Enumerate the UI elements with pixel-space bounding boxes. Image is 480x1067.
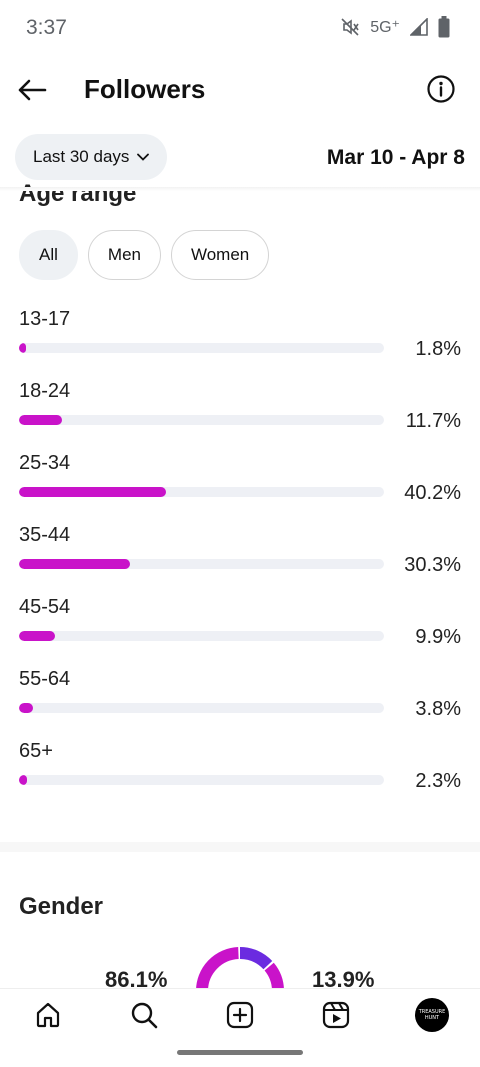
bar-fill: [19, 415, 62, 425]
bar-fill: [19, 343, 26, 353]
page-title: Followers: [84, 74, 206, 104]
age-percent: 30.3%: [404, 554, 461, 576]
network-label: 5G⁺: [370, 19, 400, 36]
filter-row: Last 30 days Mar 10 - Apr 8: [0, 134, 480, 182]
app-header: Followers: [0, 68, 480, 112]
nav-profile[interactable]: TREASURE HUNT: [414, 997, 450, 1033]
tab-women[interactable]: Women: [170, 230, 270, 280]
bar-track: [19, 559, 384, 569]
age-label: 55-64: [19, 668, 71, 690]
age-row-65-plus: 65+ 2.3%: [0, 740, 480, 812]
tab-men[interactable]: Men: [87, 230, 161, 280]
reels-icon: [322, 1001, 350, 1029]
bar-track: [19, 631, 384, 641]
sticky-header-shadow: [0, 187, 480, 191]
period-label: Last 30 days: [33, 147, 130, 166]
home-indicator[interactable]: [177, 1050, 303, 1055]
age-label: 45-54: [19, 596, 71, 618]
gender-filter-tabs: All Men Women: [19, 230, 270, 280]
age-row-13-17: 13-17 1.8%: [0, 308, 480, 380]
age-row-25-34: 25-34 40.2%: [0, 452, 480, 524]
nav-search[interactable]: [128, 999, 160, 1031]
status-icons: 5G⁺: [340, 16, 450, 38]
age-percent: 2.3%: [415, 770, 461, 792]
gender-percent-right: 13.9%: [312, 967, 375, 990]
status-time: 3:37: [26, 16, 67, 39]
info-icon: [427, 75, 455, 103]
back-arrow-icon: [18, 79, 47, 101]
nav-reels[interactable]: [320, 999, 352, 1031]
gender-chart: 86.1% 13.9%: [0, 940, 480, 990]
age-label: 35-44: [19, 524, 71, 546]
bar-track: [19, 775, 384, 785]
age-percent: 9.9%: [415, 626, 461, 648]
age-label: 13-17: [19, 308, 71, 330]
age-percent: 3.8%: [415, 698, 461, 720]
bar-track: [19, 343, 384, 353]
bar-fill: [19, 631, 56, 641]
bar-track: [19, 487, 384, 497]
age-row-55-64: 55-64 3.8%: [0, 668, 480, 740]
home-icon: [36, 1002, 60, 1028]
battery-icon: [438, 16, 450, 38]
mute-icon: [341, 18, 359, 36]
age-percent: 1.8%: [415, 338, 461, 360]
period-dropdown[interactable]: Last 30 days: [15, 134, 168, 180]
status-bar: 3:37 5G⁺: [0, 0, 480, 56]
age-row-45-54: 45-54 9.9%: [0, 596, 480, 668]
signal-icon: [410, 18, 428, 36]
age-range-title: Age range: [19, 180, 137, 207]
nav-home[interactable]: [32, 999, 64, 1031]
bar-fill: [19, 487, 166, 497]
age-percent: 11.7%: [405, 410, 461, 432]
info-button[interactable]: [426, 74, 456, 104]
chevron-down-icon: [137, 153, 150, 161]
gender-percent-left: 86.1%: [105, 967, 168, 990]
nav-create[interactable]: [224, 999, 256, 1031]
bar-fill: [19, 703, 33, 713]
age-row-18-24: 18-24 11.7%: [0, 380, 480, 452]
bar-track: [19, 415, 384, 425]
age-label: 65+: [19, 740, 53, 762]
gender-donut-chart: [196, 947, 284, 990]
bottom-navigation: TREASURE HUNT: [0, 988, 480, 1040]
search-icon: [131, 1002, 158, 1029]
date-range: Mar 10 - Apr 8: [326, 146, 465, 169]
age-label: 18-24: [19, 380, 71, 402]
age-row-35-44: 35-44 30.3%: [0, 524, 480, 596]
profile-avatar: TREASURE HUNT: [415, 998, 449, 1032]
age-percent: 40.2%: [404, 482, 461, 504]
create-icon: [226, 1001, 254, 1029]
age-label: 25-34: [19, 452, 71, 474]
bar-fill: [19, 775, 28, 785]
bar-fill: [19, 559, 130, 569]
gender-title: Gender: [19, 893, 104, 920]
tab-all[interactable]: All: [19, 230, 78, 280]
bar-track: [19, 703, 384, 713]
back-button[interactable]: [14, 74, 50, 106]
section-divider: [0, 842, 480, 852]
